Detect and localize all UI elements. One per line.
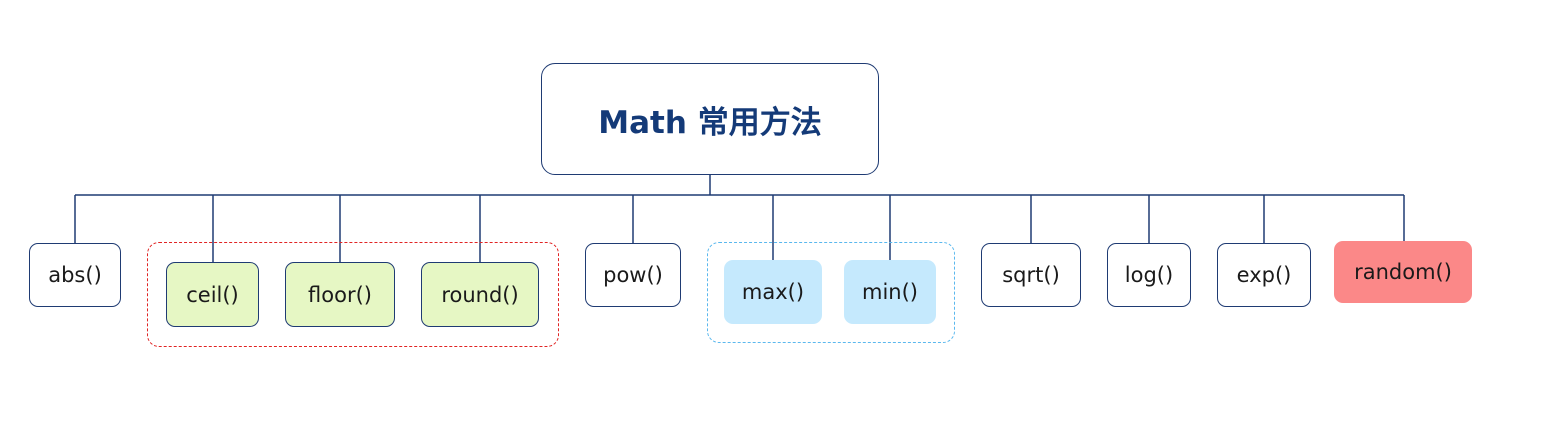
method-round: round() xyxy=(421,262,539,327)
method-max: max() xyxy=(724,260,822,324)
root-node: Math 常用方法 xyxy=(541,63,879,175)
method-log: log() xyxy=(1107,243,1191,307)
method-floor: floor() xyxy=(285,262,395,327)
method-min: min() xyxy=(844,260,936,324)
method-exp: exp() xyxy=(1217,243,1311,307)
diagram-canvas: Math 常用方法 abs() ceil() floor() round() p… xyxy=(0,0,1556,436)
method-sqrt: sqrt() xyxy=(981,243,1081,307)
method-abs: abs() xyxy=(29,243,121,307)
method-pow: pow() xyxy=(585,243,681,307)
method-ceil: ceil() xyxy=(166,262,259,327)
method-random: random() xyxy=(1334,241,1472,303)
